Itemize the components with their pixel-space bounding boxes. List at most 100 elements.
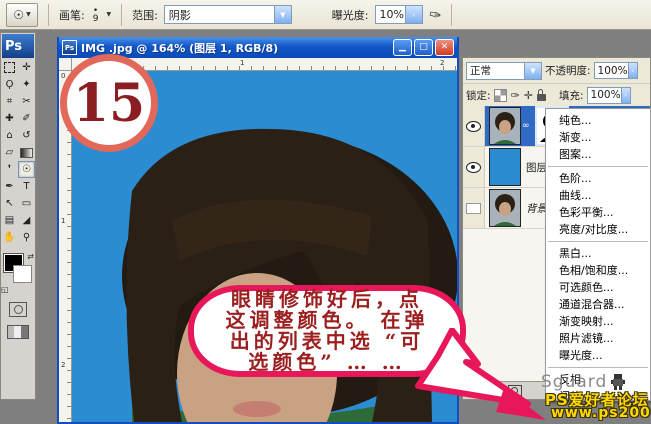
- gradient-icon: [20, 148, 33, 158]
- range-label: 范围:: [132, 7, 158, 23]
- blend-mode-select[interactable]: 正常 ▼: [466, 62, 542, 80]
- spinner-icon[interactable]: ›: [628, 63, 637, 78]
- menu-item-channel-mixer[interactable]: 通道混合器...: [546, 296, 650, 313]
- brush-tool[interactable]: ✐: [18, 110, 35, 127]
- ruler-tick-label: 0: [61, 72, 65, 80]
- lock-transparency-icon[interactable]: [494, 89, 507, 102]
- tool-preset-button[interactable]: ☉ ▼: [6, 3, 38, 27]
- tool-options-bar: ☉ ▼ 画笔: • 9 ▼ 范围: 阴影 ▼ 曝光度: 10% › ✑: [0, 0, 651, 30]
- step-number-badge: 15: [60, 54, 158, 152]
- menu-item-hue-saturation[interactable]: 色相/饱和度...: [546, 262, 650, 279]
- visibility-cell[interactable]: [463, 147, 485, 187]
- rectangular-marquee-tool[interactable]: [1, 59, 18, 76]
- lasso-tool[interactable]: Ϙ: [1, 76, 18, 93]
- notes-tool[interactable]: ▤: [1, 212, 18, 229]
- magic-wand-tool[interactable]: ✦: [18, 76, 35, 93]
- zoom-tool[interactable]: ⚲: [18, 229, 35, 246]
- minimize-button[interactable]: ▁: [393, 39, 412, 56]
- eye-empty-icon: [466, 203, 481, 214]
- chevron-down-icon: ▼: [26, 11, 31, 18]
- fill-label: 填充:: [559, 88, 584, 103]
- range-select[interactable]: 阴影 ▼: [164, 5, 292, 24]
- eraser-tool[interactable]: ▱: [1, 144, 18, 161]
- toolbox: Ps ✛ Ϙ ✦ ⌗ ✂ ✚ ✐ ⌂ ↺ ▱ ❜ ☉ ✒ T ↖ ▭ ▤ ◢ ✋…: [0, 32, 36, 400]
- menu-item-photo-filter[interactable]: 照片滤镜...: [546, 330, 650, 347]
- menu-separator: [548, 166, 648, 167]
- menu-item-color-balance[interactable]: 色彩平衡...: [546, 204, 650, 221]
- range-value: 阴影: [165, 7, 274, 23]
- gradient-tool[interactable]: [18, 144, 35, 161]
- eyedropper-tool[interactable]: ◢: [18, 212, 35, 229]
- swap-colors-icon[interactable]: ⇄: [27, 252, 34, 261]
- separator: [48, 4, 49, 26]
- default-colors-icon[interactable]: ◱: [1, 285, 9, 294]
- ruler-tick-label: 1: [240, 59, 244, 67]
- menu-item-brightness-contrast[interactable]: 亮度/对比度...: [546, 221, 650, 238]
- opacity-input[interactable]: 100% ›: [594, 62, 638, 79]
- exposure-input[interactable]: 10% ›: [375, 5, 423, 24]
- screen-mode-button[interactable]: [7, 325, 29, 339]
- ruler-corner: [59, 58, 72, 71]
- quick-mask-button[interactable]: [9, 302, 27, 317]
- lock-paint-icon[interactable]: ✑: [511, 89, 520, 102]
- lock-all-icon[interactable]: [537, 94, 546, 101]
- brush-size-value: 9: [93, 15, 99, 23]
- chevron-down-icon[interactable]: ▼: [524, 63, 541, 79]
- photoshop-logo: Ps: [2, 34, 34, 58]
- blur-tool[interactable]: ❜: [1, 161, 18, 178]
- fill-input[interactable]: 100% ›: [587, 87, 631, 104]
- menu-item-pattern[interactable]: 图案...: [546, 146, 650, 163]
- layer-name: 背景: [526, 201, 547, 216]
- menu-item-solid-color[interactable]: 纯色...: [546, 112, 650, 129]
- hand-tool[interactable]: ✋: [1, 229, 18, 246]
- type-tool[interactable]: T: [18, 178, 35, 195]
- bubble-text-line: 眼睛修饰好后，点: [231, 289, 423, 310]
- dodge-tool-icon: ☉: [13, 8, 24, 22]
- menu-item-selective-color[interactable]: 可选颜色...: [546, 279, 650, 296]
- layer-thumbnail[interactable]: [489, 189, 521, 227]
- lock-label: 锁定:: [466, 88, 491, 103]
- close-button[interactable]: ✕: [435, 39, 454, 56]
- eye-icon: [466, 121, 481, 132]
- chevron-down-icon[interactable]: ▼: [274, 6, 291, 23]
- slice-tool[interactable]: ✂: [18, 93, 35, 110]
- path-select-tool[interactable]: ↖: [1, 195, 18, 212]
- ruler-tick-label: 2: [61, 361, 65, 369]
- lock-position-icon[interactable]: ✛: [524, 89, 533, 102]
- brush-preview[interactable]: • 9: [93, 7, 99, 23]
- clone-stamp-tool[interactable]: ⌂: [1, 127, 18, 144]
- menu-item-levels[interactable]: 色阶...: [546, 170, 650, 187]
- visibility-cell[interactable]: [463, 188, 485, 228]
- shape-tool[interactable]: ▭: [18, 195, 35, 212]
- healing-brush-tool[interactable]: ✚: [1, 110, 18, 127]
- chevron-down-icon[interactable]: ▼: [106, 11, 111, 18]
- menu-item-gradient-map[interactable]: 渐变映射...: [546, 313, 650, 330]
- background-color-swatch[interactable]: [13, 265, 32, 283]
- photoshop-app: ☉ ▼ 画笔: • 9 ▼ 范围: 阴影 ▼ 曝光度: 10% › ✑ Ps ✛…: [0, 0, 651, 424]
- spinner-icon[interactable]: ›: [621, 88, 630, 103]
- eye-icon: [466, 162, 481, 173]
- crop-tool[interactable]: ⌗: [1, 93, 18, 110]
- pen-tool[interactable]: ✒: [1, 178, 18, 195]
- color-swatches: ⇄ ◱: [1, 252, 35, 294]
- layer-thumbnail[interactable]: [489, 148, 521, 186]
- menu-item-exposure[interactable]: 曝光度...: [546, 347, 650, 364]
- document-title: IMG .jpg @ 164% (图层 1, RGB/8): [81, 40, 391, 56]
- ruler-tick-label: 2: [440, 59, 444, 67]
- spinner-icon[interactable]: ›: [405, 6, 422, 23]
- menu-item-curves[interactable]: 曲线...: [546, 187, 650, 204]
- mask-link-icon[interactable]: ∞: [522, 121, 530, 131]
- separator: [451, 4, 452, 26]
- layer-thumbnail[interactable]: [489, 107, 521, 145]
- menu-item-black-white[interactable]: 黑白...: [546, 245, 650, 262]
- history-brush-tool[interactable]: ↺: [18, 127, 35, 144]
- move-tool[interactable]: ✛: [18, 59, 35, 76]
- opacity-value: 100%: [595, 65, 628, 77]
- dodge-tool[interactable]: ☉: [18, 161, 35, 178]
- maximize-button[interactable]: □: [414, 39, 433, 56]
- file-ps-icon: Ps: [62, 40, 77, 55]
- menu-item-gradient[interactable]: 渐变...: [546, 129, 650, 146]
- airbrush-icon[interactable]: ✑: [427, 5, 443, 25]
- watermark-url: www.ps2000.cn: [551, 405, 651, 421]
- visibility-cell[interactable]: [463, 106, 485, 146]
